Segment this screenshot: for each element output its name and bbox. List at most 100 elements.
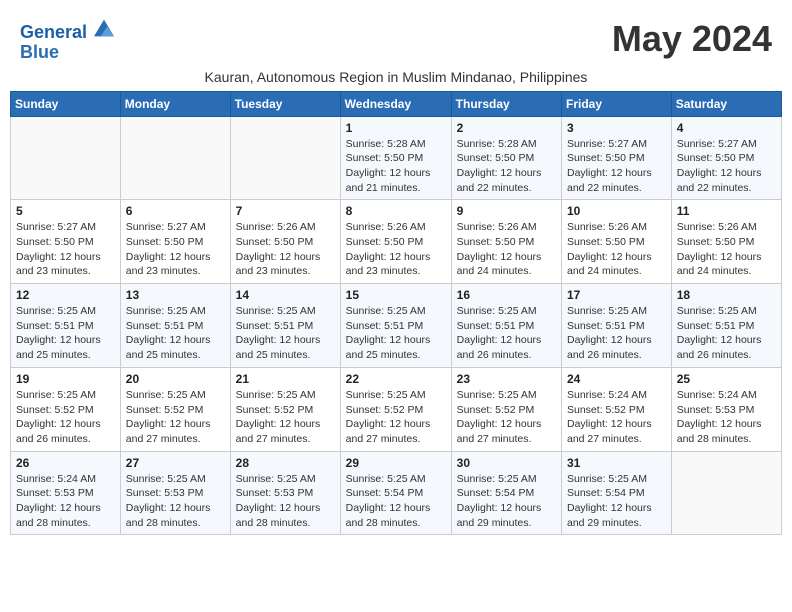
day-info: Sunrise: 5:26 AM Sunset: 5:50 PM Dayligh… xyxy=(457,220,556,279)
day-of-week-header: Sunday xyxy=(11,91,121,116)
day-number: 25 xyxy=(677,372,776,386)
calendar-cell: 18 Sunrise: 5:25 AM Sunset: 5:51 PM Dayli… xyxy=(671,284,781,368)
calendar-cell: 13 Sunrise: 5:25 AM Sunset: 5:51 PM Dayli… xyxy=(120,284,230,368)
day-of-week-header: Friday xyxy=(562,91,672,116)
day-info: Sunrise: 5:28 AM Sunset: 5:50 PM Dayligh… xyxy=(346,137,446,196)
day-number: 24 xyxy=(567,372,666,386)
month-title: May 2024 xyxy=(612,18,772,60)
calendar-cell xyxy=(11,116,121,200)
day-number: 17 xyxy=(567,288,666,302)
day-number: 13 xyxy=(126,288,225,302)
day-info: Sunrise: 5:25 AM Sunset: 5:54 PM Dayligh… xyxy=(567,472,666,531)
day-info: Sunrise: 5:26 AM Sunset: 5:50 PM Dayligh… xyxy=(236,220,335,279)
day-of-week-header: Wednesday xyxy=(340,91,451,116)
subtitle: Kauran, Autonomous Region in Muslim Mind… xyxy=(10,69,782,85)
calendar-cell: 29Sunrise: 5:25 AM Sunset: 5:54 PM Dayli… xyxy=(340,451,451,535)
day-number: 7 xyxy=(236,204,335,218)
day-number: 1 xyxy=(346,121,446,135)
day-info: Sunrise: 5:25 AM Sunset: 5:54 PM Dayligh… xyxy=(346,472,446,531)
day-number: 31 xyxy=(567,456,666,470)
calendar-cell: 17Sunrise: 5:25 AM Sunset: 5:51 PM Dayli… xyxy=(562,284,672,368)
day-of-week-header: Tuesday xyxy=(230,91,340,116)
day-number: 3 xyxy=(567,121,666,135)
calendar-cell: 7 Sunrise: 5:26 AM Sunset: 5:50 PM Daylig… xyxy=(230,200,340,284)
day-info: Sunrise: 5:27 AM Sunset: 5:50 PM Dayligh… xyxy=(677,137,776,196)
day-info: Sunrise: 5:25 AM Sunset: 5:51 PM Dayligh… xyxy=(677,304,776,363)
calendar-cell: 20 Sunrise: 5:25 AM Sunset: 5:52 PM Dayli… xyxy=(120,367,230,451)
day-info: Sunrise: 5:25 AM Sunset: 5:54 PM Dayligh… xyxy=(457,472,556,531)
day-number: 20 xyxy=(126,372,225,386)
calendar-cell: 11Sunrise: 5:26 AM Sunset: 5:50 PM Dayli… xyxy=(671,200,781,284)
day-info: Sunrise: 5:25 AM Sunset: 5:52 PM Dayligh… xyxy=(126,388,225,447)
calendar-cell: 26 Sunrise: 5:24 AM Sunset: 5:53 PM Dayli… xyxy=(11,451,121,535)
day-info: Sunrise: 5:25 AM Sunset: 5:51 PM Dayligh… xyxy=(346,304,446,363)
day-number: 9 xyxy=(457,204,556,218)
day-info: Sunrise: 5:25 AM Sunset: 5:52 PM Dayligh… xyxy=(457,388,556,447)
day-number: 4 xyxy=(677,121,776,135)
calendar-cell: 8Sunrise: 5:26 AM Sunset: 5:50 PM Daylig… xyxy=(340,200,451,284)
day-info: Sunrise: 5:28 AM Sunset: 5:50 PM Dayligh… xyxy=(457,137,556,196)
calendar-cell: 6 Sunrise: 5:27 AM Sunset: 5:50 PM Daylig… xyxy=(120,200,230,284)
day-number: 18 xyxy=(677,288,776,302)
logo-text: General Blue xyxy=(20,18,114,63)
day-number: 2 xyxy=(457,121,556,135)
day-number: 15 xyxy=(346,288,446,302)
day-number: 22 xyxy=(346,372,446,386)
logo-icon xyxy=(94,18,114,38)
calendar-cell: 30 Sunrise: 5:25 AM Sunset: 5:54 PM Dayli… xyxy=(451,451,561,535)
day-number: 10 xyxy=(567,204,666,218)
calendar-cell: 24 Sunrise: 5:24 AM Sunset: 5:52 PM Dayli… xyxy=(562,367,672,451)
day-info: Sunrise: 5:24 AM Sunset: 5:53 PM Dayligh… xyxy=(677,388,776,447)
day-info: Sunrise: 5:25 AM Sunset: 5:53 PM Dayligh… xyxy=(236,472,335,531)
day-info: Sunrise: 5:25 AM Sunset: 5:53 PM Dayligh… xyxy=(126,472,225,531)
calendar-cell: 28 Sunrise: 5:25 AM Sunset: 5:53 PM Dayli… xyxy=(230,451,340,535)
calendar-cell xyxy=(120,116,230,200)
day-info: Sunrise: 5:27 AM Sunset: 5:50 PM Dayligh… xyxy=(16,220,115,279)
calendar-cell: 16 Sunrise: 5:25 AM Sunset: 5:51 PM Dayli… xyxy=(451,284,561,368)
day-number: 30 xyxy=(457,456,556,470)
day-of-week-header: Saturday xyxy=(671,91,781,116)
day-info: Sunrise: 5:26 AM Sunset: 5:50 PM Dayligh… xyxy=(346,220,446,279)
day-number: 14 xyxy=(236,288,335,302)
calendar-cell: 4 Sunrise: 5:27 AM Sunset: 5:50 PM Daylig… xyxy=(671,116,781,200)
calendar-table: SundayMondayTuesdayWednesdayThursdayFrid… xyxy=(10,91,782,536)
calendar-cell: 5 Sunrise: 5:27 AM Sunset: 5:50 PM Daylig… xyxy=(11,200,121,284)
day-info: Sunrise: 5:25 AM Sunset: 5:51 PM Dayligh… xyxy=(236,304,335,363)
day-number: 28 xyxy=(236,456,335,470)
calendar-cell xyxy=(671,451,781,535)
day-info: Sunrise: 5:24 AM Sunset: 5:52 PM Dayligh… xyxy=(567,388,666,447)
day-info: Sunrise: 5:27 AM Sunset: 5:50 PM Dayligh… xyxy=(126,220,225,279)
day-number: 26 xyxy=(16,456,115,470)
calendar-cell: 1 Sunrise: 5:28 AM Sunset: 5:50 PM Daylig… xyxy=(340,116,451,200)
day-info: Sunrise: 5:25 AM Sunset: 5:51 PM Dayligh… xyxy=(126,304,225,363)
day-info: Sunrise: 5:25 AM Sunset: 5:51 PM Dayligh… xyxy=(16,304,115,363)
day-info: Sunrise: 5:26 AM Sunset: 5:50 PM Dayligh… xyxy=(567,220,666,279)
calendar-cell: 2 Sunrise: 5:28 AM Sunset: 5:50 PM Daylig… xyxy=(451,116,561,200)
day-info: Sunrise: 5:25 AM Sunset: 5:51 PM Dayligh… xyxy=(457,304,556,363)
calendar-cell: 14 Sunrise: 5:25 AM Sunset: 5:51 PM Dayli… xyxy=(230,284,340,368)
day-number: 5 xyxy=(16,204,115,218)
page-header: General Blue May 2024 xyxy=(10,10,782,67)
day-info: Sunrise: 5:25 AM Sunset: 5:52 PM Dayligh… xyxy=(236,388,335,447)
day-number: 11 xyxy=(677,204,776,218)
day-info: Sunrise: 5:27 AM Sunset: 5:50 PM Dayligh… xyxy=(567,137,666,196)
day-number: 12 xyxy=(16,288,115,302)
calendar-cell: 25 Sunrise: 5:24 AM Sunset: 5:53 PM Dayli… xyxy=(671,367,781,451)
calendar-cell: 31 Sunrise: 5:25 AM Sunset: 5:54 PM Dayli… xyxy=(562,451,672,535)
day-info: Sunrise: 5:25 AM Sunset: 5:52 PM Dayligh… xyxy=(346,388,446,447)
calendar-cell: 19 Sunrise: 5:25 AM Sunset: 5:52 PM Dayli… xyxy=(11,367,121,451)
calendar-cell: 12 Sunrise: 5:25 AM Sunset: 5:51 PM Dayli… xyxy=(11,284,121,368)
day-info: Sunrise: 5:24 AM Sunset: 5:53 PM Dayligh… xyxy=(16,472,115,531)
day-info: Sunrise: 5:25 AM Sunset: 5:52 PM Dayligh… xyxy=(16,388,115,447)
day-number: 23 xyxy=(457,372,556,386)
calendar-cell: 23 Sunrise: 5:25 AM Sunset: 5:52 PM Dayli… xyxy=(451,367,561,451)
day-number: 6 xyxy=(126,204,225,218)
day-number: 19 xyxy=(16,372,115,386)
calendar-cell: 9 Sunrise: 5:26 AM Sunset: 5:50 PM Daylig… xyxy=(451,200,561,284)
calendar-cell xyxy=(230,116,340,200)
day-number: 16 xyxy=(457,288,556,302)
day-of-week-header: Thursday xyxy=(451,91,561,116)
calendar-cell: 10 Sunrise: 5:26 AM Sunset: 5:50 PM Dayli… xyxy=(562,200,672,284)
calendar-cell: 22 Sunrise: 5:25 AM Sunset: 5:52 PM Dayli… xyxy=(340,367,451,451)
day-number: 21 xyxy=(236,372,335,386)
